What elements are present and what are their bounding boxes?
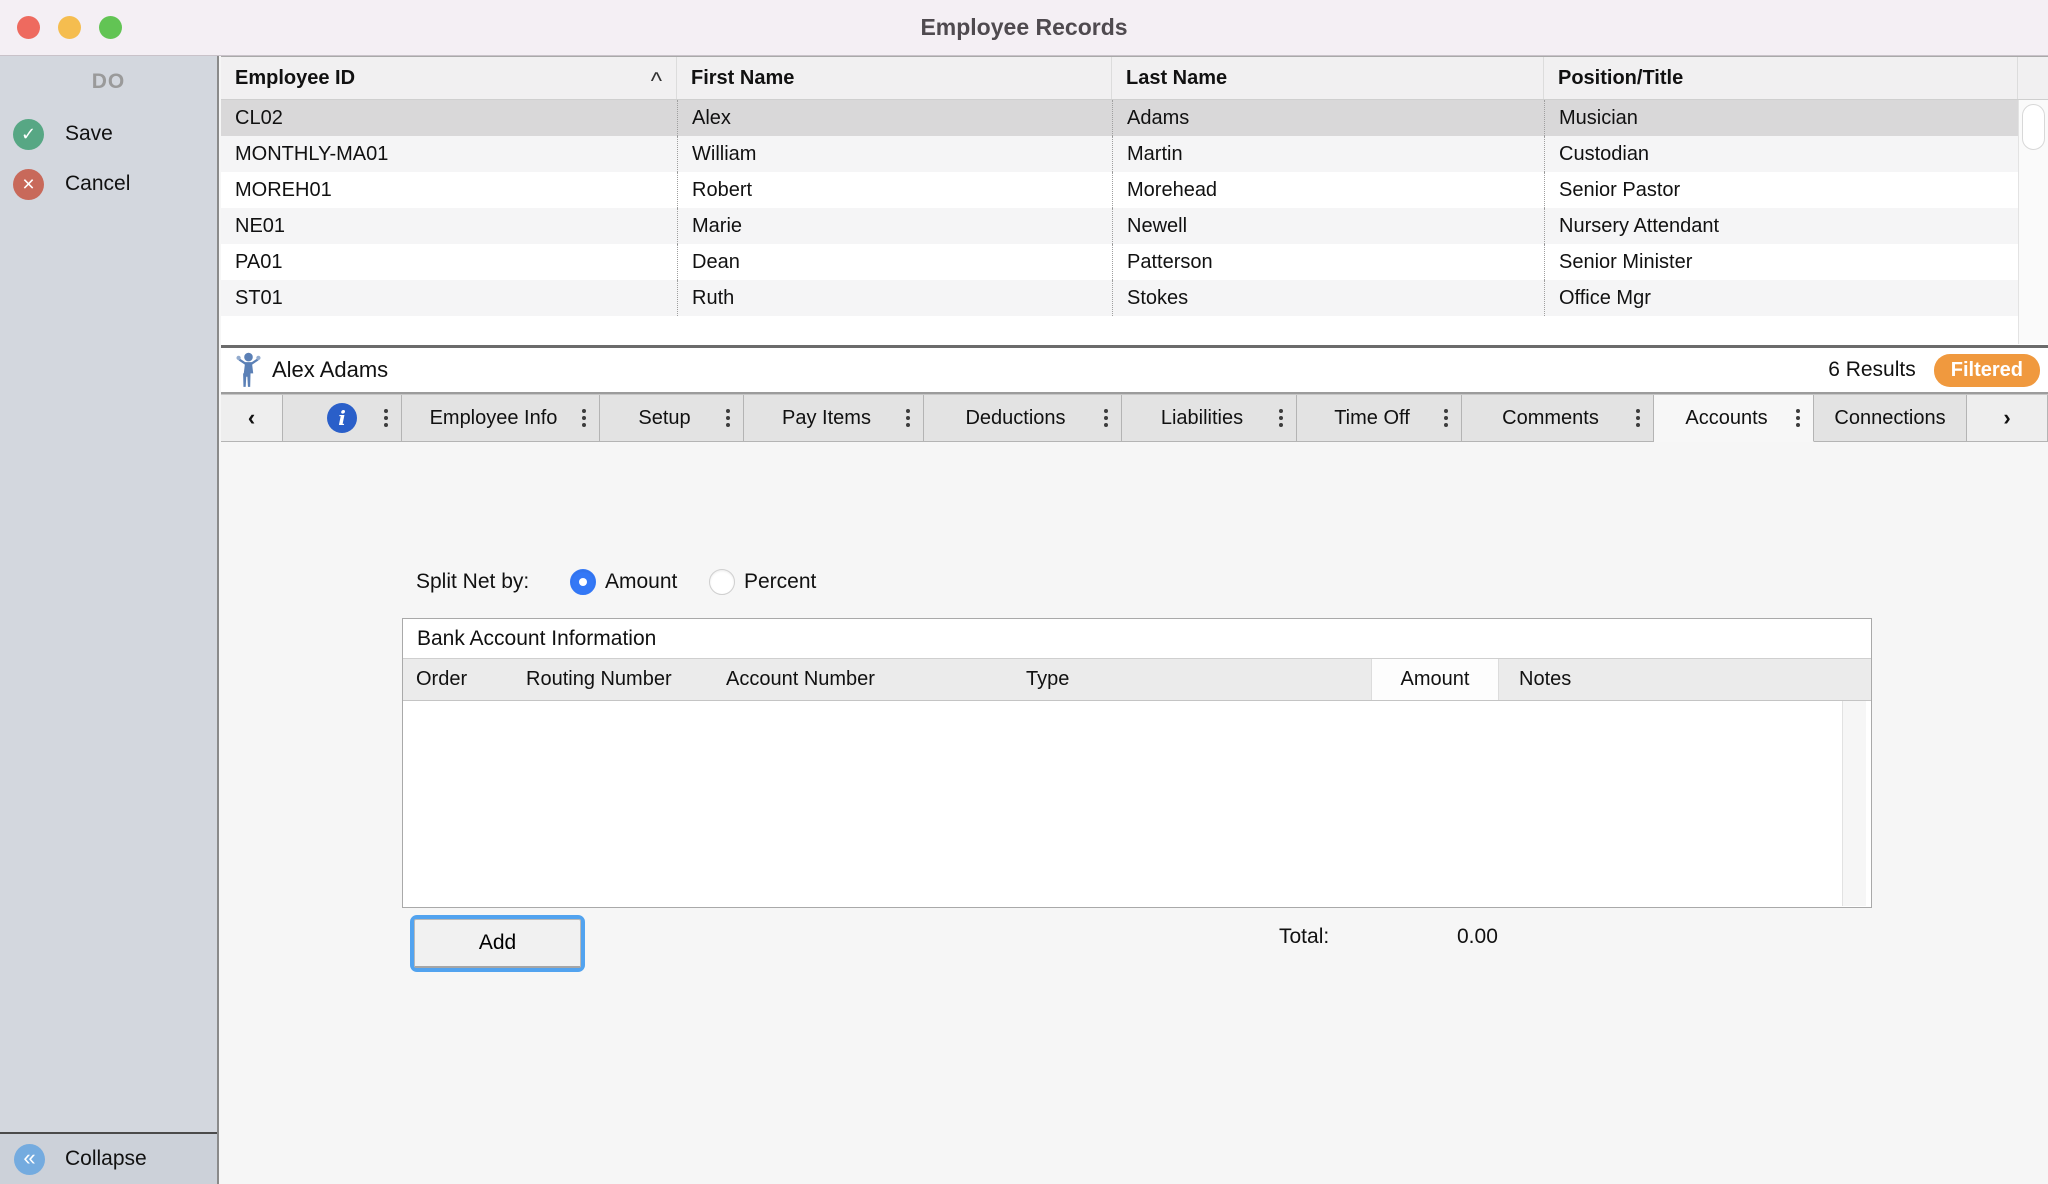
bank-account-list-empty[interactable]	[403, 701, 1871, 906]
collapse-button-label: Collapse	[65, 1147, 147, 1171]
app-window: Employee Records DO ✓ Save × Cancel « Co…	[0, 0, 2048, 1184]
collapse-button[interactable]: « Collapse	[0, 1132, 217, 1184]
results-count: 6 Results	[1828, 358, 1916, 382]
chevron-left-icon: ‹	[248, 405, 255, 431]
total-value: 0.00	[1457, 923, 1498, 951]
tab-connections[interactable]: Connections	[1814, 395, 1967, 442]
employee-table-body: CL02 Alex Adams Musician MONTHLY-MA01 Wi…	[221, 100, 2048, 344]
tab-liabilities[interactable]: Liabilities	[1122, 395, 1297, 442]
column-header-amount[interactable]: Amount	[1371, 659, 1499, 700]
save-button-label: Save	[65, 122, 113, 146]
percent-radio[interactable]	[709, 569, 735, 595]
column-header-first-name[interactable]: First Name	[677, 57, 1112, 99]
tab-menu-icon[interactable]	[726, 416, 730, 420]
tab-menu-icon[interactable]	[906, 416, 910, 420]
tab-setup[interactable]: Setup	[600, 395, 744, 442]
save-check-icon: ✓	[13, 119, 44, 150]
column-header-last-name[interactable]: Last Name	[1112, 57, 1544, 99]
bank-account-columns: Order Routing Number Account Number Type…	[403, 659, 1871, 701]
table-row[interactable]: PA01 Dean Patterson Senior Minister	[221, 244, 2018, 280]
bank-account-panel-title: Bank Account Information	[403, 619, 1871, 659]
sidebar: DO ✓ Save × Cancel « Collapse	[0, 56, 219, 1184]
info-icon: i	[327, 403, 357, 433]
tab-info[interactable]: i	[283, 395, 402, 442]
tab-scroll-right-button[interactable]: ›	[1967, 395, 2048, 442]
column-header-type[interactable]: Type	[1013, 659, 1371, 700]
scrollbar-header-spacer	[2018, 57, 2048, 99]
tab-bar: ‹ i Employee Info Setup Pay Items Deduct…	[221, 394, 2048, 442]
column-header-account-number[interactable]: Account Number	[713, 659, 1013, 700]
column-header-order[interactable]: Order	[403, 659, 513, 700]
tab-menu-icon[interactable]	[384, 416, 388, 420]
cancel-button-label: Cancel	[65, 172, 130, 196]
total-label: Total:	[1279, 923, 1329, 951]
tab-deductions[interactable]: Deductions	[924, 395, 1122, 442]
amount-radio-label: Amount	[605, 568, 677, 596]
split-net-by-label: Split Net by:	[416, 568, 529, 596]
add-button[interactable]: Add	[414, 919, 581, 968]
column-header-notes[interactable]: Notes	[1499, 659, 1871, 700]
column-header-position-title[interactable]: Position/Title	[1544, 57, 2018, 99]
percent-radio-label: Percent	[744, 568, 816, 596]
table-row[interactable]: ST01 Ruth Stokes Office Mgr	[221, 280, 2018, 316]
sidebar-header: DO	[0, 70, 217, 94]
scrollbar-thumb[interactable]	[2022, 104, 2045, 150]
employee-icon	[235, 352, 262, 388]
tab-accounts[interactable]: Accounts	[1654, 395, 1814, 442]
selected-record-bar: Alex Adams 6 Results Filtered	[221, 348, 2048, 394]
tab-menu-icon[interactable]	[1796, 416, 1800, 420]
tab-time-off[interactable]: Time Off	[1297, 395, 1462, 442]
bank-account-panel: Bank Account Information Order Routing N…	[402, 618, 1872, 908]
table-row[interactable]: NE01 Marie Newell Nursery Attendant	[221, 208, 2018, 244]
amount-radio[interactable]	[570, 569, 596, 595]
accounts-tab-content: Split Net by: Amount Percent Bank Accoun…	[221, 442, 2048, 1184]
sort-ascending-icon: ^	[651, 68, 662, 96]
tab-menu-icon[interactable]	[1279, 416, 1283, 420]
filtered-badge[interactable]: Filtered	[1934, 354, 2040, 387]
tab-menu-icon[interactable]	[1444, 416, 1448, 420]
add-button-focus-ring: Add	[410, 915, 585, 972]
tab-menu-icon[interactable]	[1636, 416, 1640, 420]
cancel-x-icon: ×	[13, 169, 44, 200]
tab-menu-icon[interactable]	[1104, 416, 1108, 420]
selected-employee-name: Alex Adams	[272, 357, 388, 383]
table-row[interactable]: MOREH01 Robert Morehead Senior Pastor	[221, 172, 2018, 208]
column-header-employee-id[interactable]: Employee ID ^	[221, 57, 677, 99]
employee-table-header: Employee ID ^ First Name Last Name Posit…	[221, 56, 2048, 100]
panel-vertical-scrollbar[interactable]	[1842, 701, 1866, 906]
title-bar: Employee Records	[0, 0, 2048, 56]
vertical-scrollbar[interactable]	[2018, 100, 2048, 344]
collapse-chevrons-icon: «	[14, 1144, 45, 1175]
employee-table: Employee ID ^ First Name Last Name Posit…	[221, 56, 2048, 348]
tab-comments[interactable]: Comments	[1462, 395, 1654, 442]
save-button[interactable]: ✓ Save	[0, 116, 217, 152]
table-row[interactable]: CL02 Alex Adams Musician	[221, 100, 2018, 136]
tab-menu-icon[interactable]	[582, 416, 586, 420]
window-title: Employee Records	[0, 0, 2048, 56]
cancel-button[interactable]: × Cancel	[0, 166, 217, 202]
tab-pay-items[interactable]: Pay Items	[744, 395, 924, 442]
chevron-right-icon: ›	[2003, 405, 2010, 431]
tab-scroll-left-button[interactable]: ‹	[221, 395, 283, 442]
table-row[interactable]: MONTHLY-MA01 William Martin Custodian	[221, 136, 2018, 172]
tab-employee-info[interactable]: Employee Info	[402, 395, 600, 442]
column-header-routing-number[interactable]: Routing Number	[513, 659, 713, 700]
